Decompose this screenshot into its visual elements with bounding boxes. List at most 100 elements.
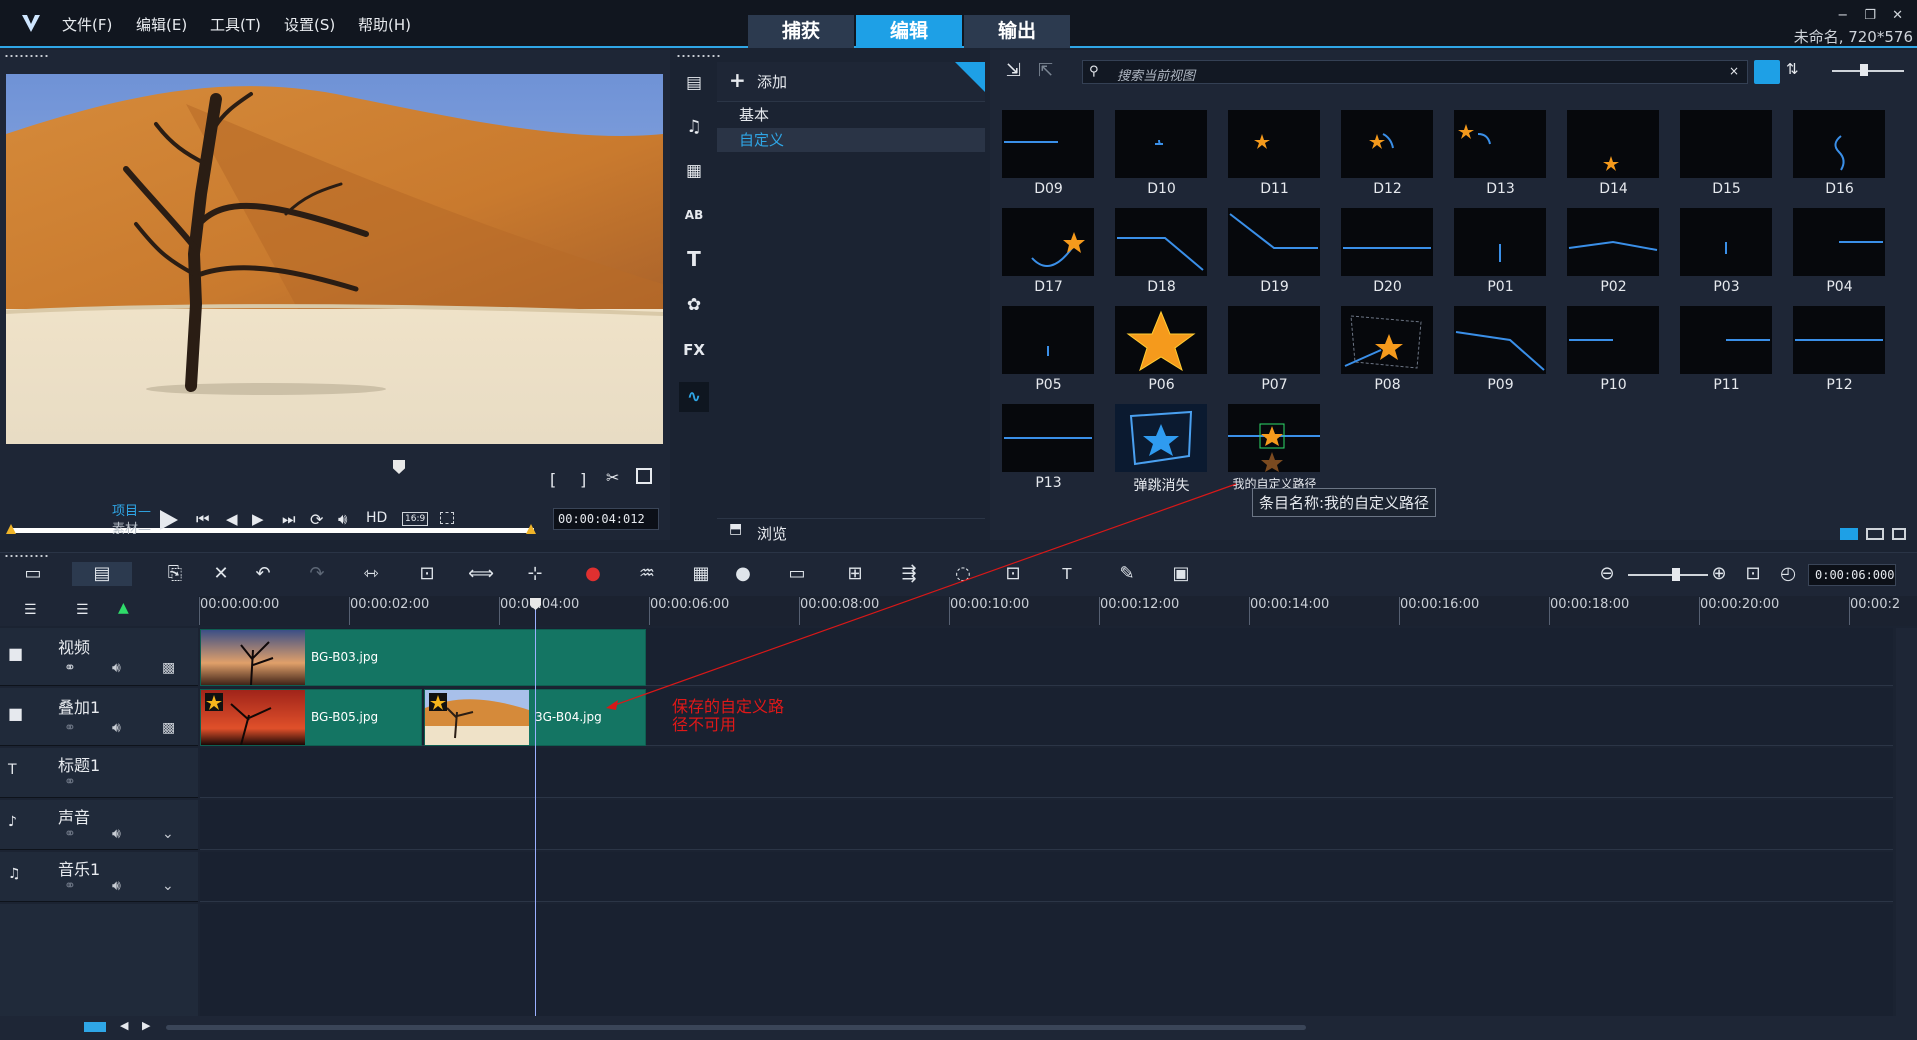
time-remap-icon[interactable]: ⇶ — [896, 562, 922, 586]
search-box[interactable]: ⚲ 搜索当前视图 × — [1082, 60, 1748, 84]
library-thumbnail[interactable]: P10 — [1562, 302, 1674, 400]
library-thumbnail[interactable]: D13 — [1449, 106, 1561, 204]
scroll-left-icon[interactable]: ◀ — [120, 1019, 128, 1032]
copy-attributes-icon[interactable]: ⎘ — [162, 562, 188, 586]
undo-icon[interactable]: ↶ — [250, 562, 276, 586]
horizontal-scrollbar[interactable] — [166, 1025, 1306, 1030]
browse-label[interactable]: 浏览 — [757, 523, 787, 544]
library-thumbnail[interactable]: D20 — [1336, 204, 1448, 302]
fit-timeline-icon[interactable]: ⊡ — [1740, 562, 1766, 586]
library-thumbnail[interactable]: P07 — [1223, 302, 1335, 400]
motion-track-icon[interactable]: ● — [730, 562, 756, 586]
mute-icon[interactable]: 🔊︎ — [112, 878, 121, 894]
pin-icon[interactable] — [955, 62, 985, 92]
clear-search-icon[interactable]: × — [1729, 64, 1739, 78]
link-icon[interactable]: ⚭ — [64, 878, 76, 894]
record-icon[interactable]: ● — [580, 562, 606, 586]
aspect-ratio-button[interactable]: 16:9 — [402, 512, 429, 526]
browse-icon[interactable]: ⬒ — [729, 521, 742, 537]
hd-toggle[interactable]: HD — [366, 510, 387, 526]
link-icon[interactable]: ⚭ — [64, 826, 76, 842]
expand-icon[interactable]: ⌄ — [162, 878, 174, 894]
crop-icon[interactable] — [440, 512, 454, 524]
clock-icon[interactable]: ◴ — [1775, 562, 1801, 586]
list-view-button[interactable] — [1866, 528, 1884, 540]
go-end-icon[interactable]: ⏭ — [282, 510, 296, 528]
panel-grip[interactable] — [676, 54, 720, 58]
library-thumbnail[interactable]: P01 — [1449, 204, 1561, 302]
transition-icon[interactable]: ▦ — [679, 156, 709, 186]
vertical-scrollbar[interactable] — [1896, 628, 1917, 1016]
project-mode-label[interactable]: 项目— — [112, 500, 151, 519]
category-custom[interactable]: 自定义 — [717, 128, 985, 152]
timeline-view-icon[interactable]: ▤ — [72, 562, 132, 586]
title-icon[interactable]: T — [679, 244, 709, 274]
mute-icon[interactable]: 🔊︎ — [112, 660, 121, 676]
library-thumbnail[interactable]: D14 — [1562, 106, 1674, 204]
menu-help[interactable]: 帮助(H) — [358, 14, 411, 35]
library-thumbnail[interactable]: P02 — [1562, 204, 1674, 302]
clip-mode-label[interactable]: 素材— — [112, 518, 151, 537]
3d-title-icon[interactable]: T — [1054, 562, 1080, 586]
zoom-slider[interactable] — [1628, 574, 1708, 576]
playhead-handle[interactable] — [393, 460, 405, 474]
zoom-out-icon[interactable]: ⊖ — [1594, 562, 1620, 586]
close-icon[interactable]: ✕ — [1892, 8, 1903, 23]
media-icon[interactable]: ▤ — [679, 68, 709, 98]
multi-camera-icon[interactable]: ⊞ — [842, 562, 868, 586]
motion-path-icon[interactable]: ∿ — [679, 382, 709, 412]
library-thumbnail[interactable]: P11 — [1675, 302, 1787, 400]
tab-capture[interactable]: 捕获 — [748, 15, 854, 48]
library-thumbnail[interactable]: P04 — [1788, 204, 1900, 302]
ab-transition-icon[interactable]: AB — [679, 200, 709, 230]
library-thumbnail[interactable]: D12 — [1336, 106, 1448, 204]
link-icon[interactable]: ⚭ — [64, 720, 76, 736]
zoom-in-icon[interactable]: ⊕ — [1706, 562, 1732, 586]
library-thumbnail[interactable]: P06 — [1110, 302, 1222, 400]
add-label[interactable]: 添加 — [757, 71, 787, 92]
library-thumbnail[interactable]: D11 — [1223, 106, 1335, 204]
mask-icon[interactable]: ◌ — [950, 562, 976, 586]
audio-mixer-icon[interactable]: ♒ — [634, 562, 660, 586]
thumbnail-view-icon[interactable] — [1754, 60, 1780, 84]
subtitle-icon[interactable]: ▭ — [784, 562, 810, 586]
export-icon[interactable]: ⇱ — [1038, 60, 1053, 81]
smart-package-icon[interactable]: ✎ — [1114, 562, 1140, 586]
thumbnail-size-slider[interactable] — [1832, 70, 1904, 72]
snap-icon[interactable] — [84, 1022, 106, 1032]
library-thumbnail[interactable]: D17 — [997, 204, 1109, 302]
category-basic[interactable]: 基本 — [717, 104, 985, 126]
library-thumbnail[interactable]: D18 — [1110, 204, 1222, 302]
panel-grip[interactable] — [4, 54, 48, 58]
mark-in-icon[interactable]: [ — [550, 470, 556, 489]
go-start-icon[interactable]: ⏮ — [196, 510, 210, 528]
timecode-field[interactable]: 00:00:04:012 — [553, 508, 659, 530]
instant-project-icon[interactable]: ♫ — [679, 112, 709, 142]
track-title1[interactable] — [200, 748, 1893, 798]
repeat-icon[interactable]: ⟳ — [310, 510, 323, 529]
track-manager-icon[interactable]: ☰ — [24, 602, 37, 618]
import-icon[interactable]: ⇲ — [1006, 60, 1021, 81]
library-view-button[interactable] — [1840, 528, 1858, 540]
split-clip-icon[interactable]: ✂ — [606, 468, 619, 487]
volume-icon[interactable]: 🔊︎ — [338, 510, 347, 528]
tools-icon[interactable]: ✕ — [208, 562, 234, 586]
move-icon[interactable]: ⊹ — [522, 562, 548, 586]
library-thumbnail[interactable]: 我的自定义路径 — [1223, 400, 1335, 498]
overlay-clip-1[interactable]: BG-B05.jpg — [200, 689, 422, 746]
link-icon[interactable]: ⚭ — [64, 660, 76, 676]
zoom-slider-thumb[interactable] — [1672, 568, 1680, 581]
storyboard-view-icon[interactable]: ▭ — [20, 562, 46, 586]
library-thumbnail[interactable]: D10 — [1110, 106, 1222, 204]
redo-icon[interactable]: ↷ — [304, 562, 330, 586]
slider-thumb[interactable] — [1860, 64, 1868, 76]
link-icon[interactable]: ⚭ — [64, 774, 76, 790]
library-thumbnail[interactable]: 弹跳消失 — [1110, 400, 1222, 498]
library-thumbnail[interactable]: P03 — [1675, 204, 1787, 302]
track-music1[interactable] — [200, 852, 1893, 902]
panel-grip[interactable] — [4, 554, 48, 558]
scrub-bar[interactable] — [10, 528, 534, 533]
restore-icon[interactable]: ❐ — [1864, 8, 1876, 23]
menu-settings[interactable]: 设置(S) — [284, 14, 335, 35]
expand-icon[interactable]: ⌄ — [162, 826, 174, 842]
